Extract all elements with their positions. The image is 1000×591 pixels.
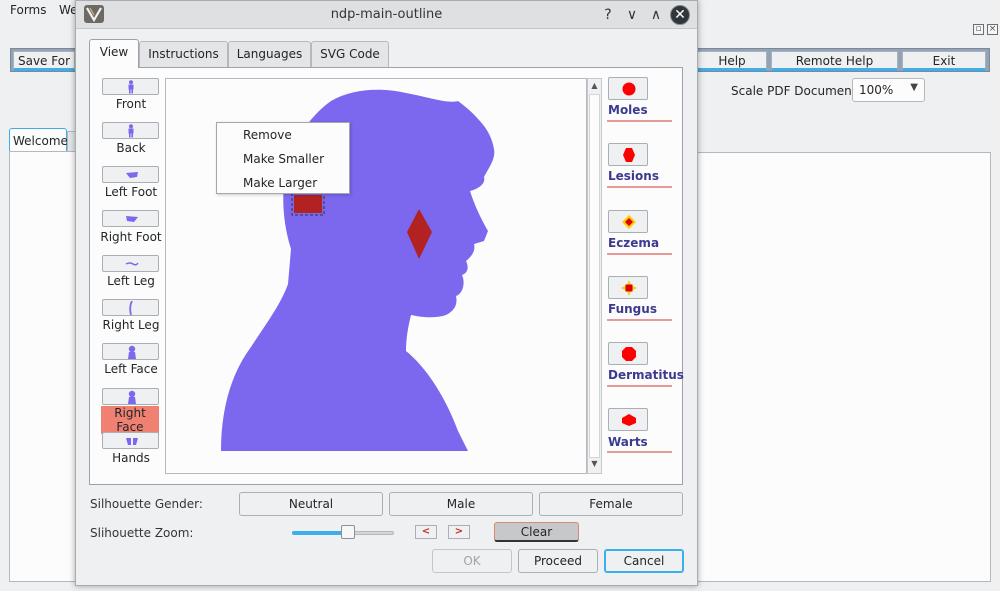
welcome-panel [9,151,75,582]
zoom-prev-button[interactable]: < [415,525,437,539]
selected-marker[interactable] [294,195,322,213]
zoom-next-icon: > [454,526,464,537]
close-icon[interactable]: × [987,24,998,35]
back-label: Back [116,141,146,155]
scroll-down-icon[interactable]: ▼ [588,459,601,471]
right-leg-icon [129,301,133,315]
legend-divider [607,253,672,255]
left-foot-label: Left Foot [104,185,158,199]
tab-languages[interactable]: Languages [228,41,311,67]
right-foot-icon [126,216,138,222]
left-face-button[interactable] [102,343,159,360]
red-hexagon-icon [623,148,635,162]
help-button[interactable]: Help [697,51,767,71]
save-form-button[interactable]: Save For [13,51,75,71]
right-face-icon [128,390,136,404]
chevron-down-icon: ▼ [910,82,918,93]
fungus-label: Fungus [608,302,657,316]
left-foot-icon [126,172,138,178]
clear-button[interactable]: Clear [494,522,579,542]
right-face-label: Right Face [101,406,159,434]
left-face-icon [128,345,136,359]
ndp-dialog: ndp-main-outline ? ∨ ∧ ✕ View Instructio… [75,0,698,586]
legend-divider [607,385,672,387]
scroll-track[interactable] [589,94,600,458]
legend-divider [607,451,672,453]
scroll-up-icon[interactable]: ▲ [588,81,601,93]
red-octagon-icon [622,347,636,361]
scale-pdf-label: Scale PDF Document: [731,84,861,98]
help-icon[interactable]: ? [598,5,618,25]
right-leg-button[interactable] [102,299,159,316]
gender-neutral-button[interactable]: Neutral [239,492,383,516]
warts-label: Warts [608,435,648,449]
gender-label: Silhouette Gender: [90,497,203,511]
close-icon[interactable]: ✕ [670,5,690,25]
legend-divider [607,120,672,122]
back-body-icon [128,124,134,138]
gender-female-button[interactable]: Female [539,492,683,516]
legend-divider [607,319,672,321]
red-circle-icon [622,82,636,96]
star-square-icon [621,280,637,296]
left-leg-button[interactable] [102,255,159,272]
gender-male-button[interactable]: Male [389,492,533,516]
eczema-button[interactable] [608,210,648,233]
restore-icon[interactable]: ▫ [973,24,984,35]
hands-icon [126,438,138,445]
canvas-scrollbar[interactable]: ▲ ▼ [587,78,602,474]
zoom-slider-fill [292,531,349,535]
zoom-label: Slihouette Zoom: [90,526,194,540]
diamond-icon [622,215,636,229]
menu-item-make-smaller[interactable]: Make Smaller [243,152,324,166]
lesions-label: Lesions [608,169,659,183]
cancel-button[interactable]: Cancel [604,549,684,573]
left-foot-button[interactable] [102,166,159,183]
scale-value: 100% [859,83,894,97]
zoom-next-button[interactable]: > [448,525,470,539]
minimize-icon[interactable]: ∨ [622,5,642,25]
exit-button[interactable]: Exit [902,51,986,71]
front-label: Front [115,97,147,111]
front-button[interactable] [102,78,159,95]
scale-pdf-select[interactable]: 100% ▼ [852,78,925,102]
menu-item-remove[interactable]: Remove [243,128,292,142]
moles-button[interactable] [608,77,648,100]
fungus-button[interactable] [608,276,648,299]
zoom-slider-handle[interactable] [341,525,356,539]
front-body-icon [128,80,134,94]
proceed-button[interactable]: Proceed [518,549,598,573]
dialog-titlebar[interactable]: ndp-main-outline ? ∨ ∧ ✕ [76,1,697,29]
menu-forms[interactable]: Forms [10,3,46,17]
left-leg-icon [125,262,139,266]
remote-help-button[interactable]: Remote Help [771,51,898,71]
document-panel [697,152,991,582]
tab-instructions[interactable]: Instructions [139,41,228,67]
eczema-label: Eczema [608,236,660,250]
hands-label: Hands [112,451,150,465]
left-face-label: Left Face [104,362,158,376]
right-leg-label: Right Leg [102,318,160,332]
moles-label: Moles [608,103,648,117]
marker-context-menu: Remove Make Smaller Make Larger [216,122,350,194]
left-leg-label: Left Leg [107,274,155,288]
tab-welcome[interactable]: Welcome [9,128,68,152]
warts-button[interactable] [608,408,648,431]
right-foot-label: Right Foot [100,230,162,244]
back-button[interactable] [102,122,159,139]
dermatitus-button[interactable] [608,342,648,365]
maximize-icon[interactable]: ∧ [646,5,666,25]
zoom-prev-icon: < [421,526,431,537]
red-flat-hexagon-icon [622,414,636,426]
right-face-button[interactable] [102,388,159,405]
right-foot-button[interactable] [102,210,159,227]
ok-button[interactable]: OK [432,549,512,573]
menu-item-make-larger[interactable]: Make Larger [243,176,317,190]
dermatitus-label: Dermatitus [608,368,684,382]
tab-svg-code[interactable]: SVG Code [311,41,389,67]
tab-view[interactable]: View [89,39,139,68]
hands-button[interactable] [102,432,159,449]
lesions-button[interactable] [608,143,648,166]
legend-divider [607,186,672,188]
